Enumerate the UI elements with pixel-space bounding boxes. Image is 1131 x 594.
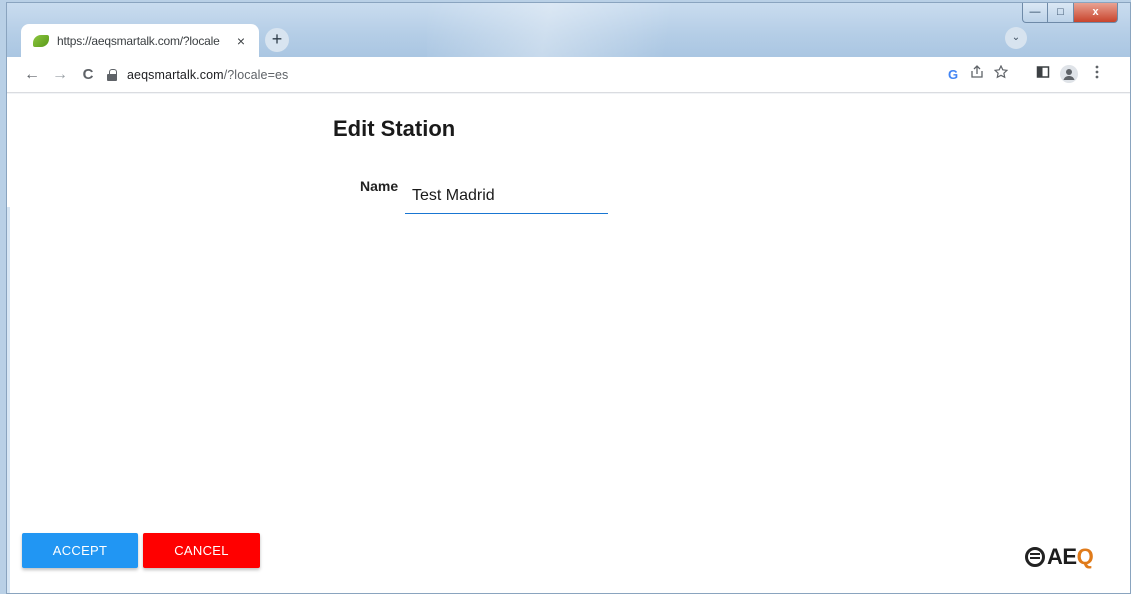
page-content: Edit Station Name ACCEPT CANCEL AEQ	[7, 94, 1130, 593]
browser-toolbar: ← → C aeqsmartalk.com/?locale=es G	[7, 57, 1130, 93]
back-arrow-icon[interactable]: ←	[21, 64, 43, 86]
left-edge-bar	[7, 207, 10, 593]
accept-button[interactable]: ACCEPT	[22, 533, 138, 568]
logo-text-accent: Q	[1076, 544, 1094, 569]
url-path: /?locale=es	[223, 68, 289, 82]
aeq-logo: AEQ	[1025, 544, 1094, 570]
url-text: aeqsmartalk.com/?locale=es	[127, 68, 288, 82]
logo-text-main: AE	[1047, 544, 1077, 569]
tab-search-button[interactable]: ⌄	[1005, 27, 1027, 49]
leaf-favicon-icon	[33, 34, 49, 47]
page-title: Edit Station	[333, 116, 456, 141]
url-host: aeqsmartalk.com	[127, 68, 224, 82]
logo-text: AEQ	[1047, 544, 1094, 570]
maximize-button[interactable]: □	[1048, 3, 1074, 23]
minimize-button[interactable]: —	[1022, 3, 1048, 23]
star-icon[interactable]	[991, 64, 1011, 85]
title-bar: https://aeqsmartalk.com/?locale × + ⌄ — …	[7, 3, 1130, 57]
close-window-button[interactable]: x	[1074, 3, 1118, 23]
name-label: Name	[360, 178, 399, 194]
profile-icon[interactable]	[1059, 65, 1079, 85]
forward-arrow-icon[interactable]: →	[49, 64, 71, 86]
browser-window: https://aeqsmartalk.com/?locale × + ⌄ — …	[6, 2, 1131, 594]
browser-tab[interactable]: https://aeqsmartalk.com/?locale ×	[21, 24, 259, 57]
share-icon[interactable]	[967, 65, 987, 85]
reload-icon[interactable]: C	[77, 64, 99, 86]
google-icon[interactable]: G	[943, 65, 963, 85]
station-name-input[interactable]	[405, 170, 608, 214]
tab-close-icon[interactable]: ×	[233, 33, 249, 49]
lock-icon	[107, 69, 117, 81]
address-bar[interactable]: aeqsmartalk.com/?locale=es	[107, 61, 937, 89]
new-tab-button[interactable]: +	[265, 28, 289, 52]
menu-icon[interactable]	[1087, 65, 1107, 85]
tab-title: https://aeqsmartalk.com/?locale	[57, 33, 220, 48]
aeq-logo-mark-icon	[1025, 547, 1045, 567]
window-controls: — □ x	[1022, 3, 1118, 23]
cancel-button[interactable]: CANCEL	[143, 533, 260, 568]
side-panel-icon[interactable]	[1033, 65, 1053, 85]
